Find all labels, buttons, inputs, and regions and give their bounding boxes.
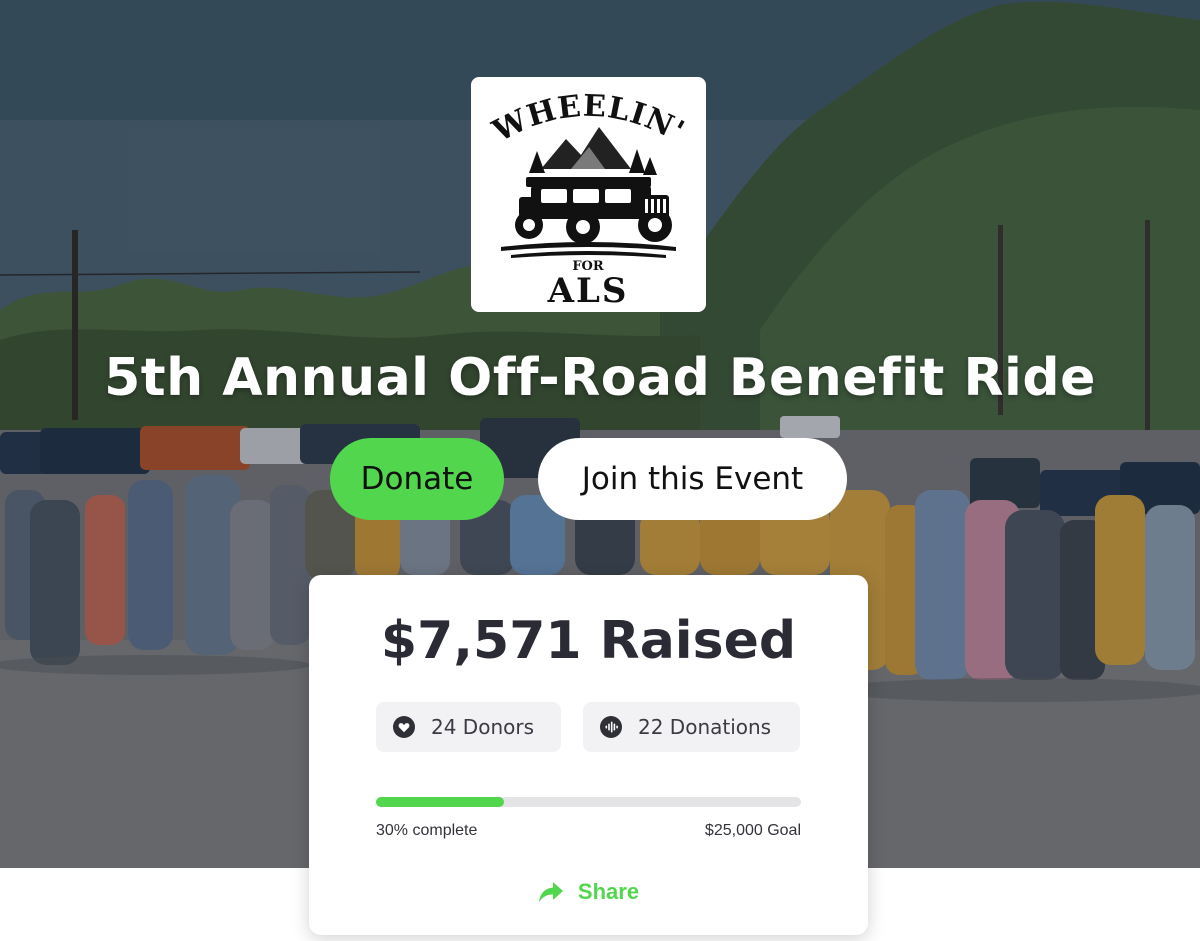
fundraising-card: $7,571 Raised 24 Donors 22 Donations 30%…	[309, 575, 868, 935]
logo-bottom-text: ALS	[547, 271, 629, 311]
goal-amount-label: $25,000 Goal	[704, 822, 801, 839]
donate-button[interactable]: Donate	[330, 438, 504, 520]
audio-wave-icon	[600, 716, 622, 738]
event-logo: WHEELIN' FOR ALS	[471, 77, 706, 312]
svg-text:WHEELIN': WHEELIN'	[486, 89, 690, 150]
progress-percent-label: 30% complete	[376, 822, 478, 839]
donations-count-label: 22 Donations	[638, 715, 772, 739]
donors-count-pill: 24 Donors	[376, 702, 561, 752]
heart-icon	[393, 716, 415, 738]
logo-top-text: WHEELIN'	[486, 89, 689, 150]
donations-count-pill: 22 Donations	[583, 702, 800, 752]
progress-bar	[376, 797, 801, 807]
jeep-logo-icon: WHEELIN' FOR ALS	[486, 89, 690, 311]
event-title: 5th Annual Off-Road Benefit Ride	[104, 348, 1096, 408]
amount-raised: $7,571 Raised	[380, 611, 797, 671]
share-button[interactable]: Share	[309, 875, 868, 909]
share-label: Share	[577, 879, 640, 904]
donors-count-label: 24 Donors	[431, 715, 534, 739]
join-event-button[interactable]: Join this Event	[538, 438, 847, 520]
progress-bar-fill	[376, 797, 504, 807]
share-arrow-icon	[538, 881, 564, 903]
